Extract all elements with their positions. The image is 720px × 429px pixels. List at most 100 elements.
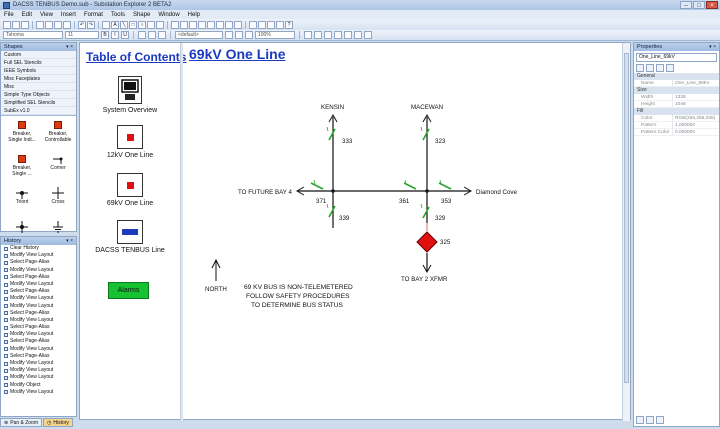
property-value[interactable]: RGB(255,255,255) [672, 115, 719, 121]
print-icon[interactable] [36, 20, 44, 29]
style-combo[interactable]: <default> [175, 31, 223, 39]
property-row[interactable]: Width 1328 [634, 94, 719, 101]
menu-edit[interactable]: Edit [22, 12, 32, 18]
zoom-out-icon[interactable] [258, 20, 266, 29]
drawing-canvas[interactable]: Table of Contents System Overview 12kV O… [79, 42, 631, 421]
history-item[interactable]: Modify View Layout [1, 331, 76, 338]
events-icon[interactable] [666, 64, 674, 72]
breaker-325[interactable] [416, 231, 438, 253]
history-item[interactable]: Select Page-Alias [1, 259, 76, 266]
history-item[interactable]: Modify View Layout [1, 389, 76, 396]
nav-12kv-one-line[interactable]: 12kV One Line [85, 125, 175, 159]
history-item[interactable]: Modify View Layout [1, 346, 76, 353]
menu-window[interactable]: Window [158, 12, 179, 18]
property-value[interactable]: 1328 [672, 94, 719, 100]
bring-front-icon[interactable] [171, 20, 179, 29]
history-item[interactable]: Modify View Layout [1, 374, 76, 381]
ungroup-icon[interactable] [198, 20, 206, 29]
history-item[interactable]: Select Page-Alias [1, 338, 76, 345]
history-item[interactable]: Modify View Layout [1, 267, 76, 274]
stencil-item[interactable]: Simplified SEL Stencils [1, 99, 76, 107]
open-icon[interactable] [12, 20, 20, 29]
shape-breaker-controllable[interactable]: Breaker, Controllable [42, 118, 74, 150]
send-back-icon[interactable] [180, 20, 188, 29]
copy-icon[interactable] [54, 20, 62, 29]
pin-close-icon[interactable]: ▾ × [66, 43, 73, 51]
shape-triont[interactable]: Triont [6, 186, 38, 218]
line-color-icon[interactable] [235, 31, 243, 39]
history-item[interactable]: Modify View Layout [1, 295, 76, 302]
cut-icon[interactable] [45, 20, 53, 29]
switch-339[interactable] [328, 205, 336, 218]
stencil-item[interactable]: Simple Type Objects [1, 91, 76, 99]
shape-breaker-single-indication[interactable]: Breaker, Single Indi... [6, 118, 38, 150]
property-value[interactable]: 1048 [672, 101, 719, 107]
line-weight-icon[interactable] [314, 31, 322, 39]
category-size[interactable]: Size [634, 87, 719, 94]
property-row[interactable]: Name One_Line_69kV [634, 80, 719, 87]
font-combo[interactable]: Tahoma [3, 31, 63, 39]
history-item[interactable]: Select Page-Alias [1, 274, 76, 281]
menu-format[interactable]: Format [84, 12, 103, 18]
tab-pan-zoom[interactable]: ⊕ Pan & Zoom [0, 418, 42, 427]
property-row[interactable]: Pattern Color 0.000000 [634, 129, 719, 136]
switch-329[interactable] [422, 206, 430, 219]
maximize-icon[interactable]: □ [693, 1, 705, 9]
group-icon[interactable] [189, 20, 197, 29]
property-row[interactable]: Color RGB(255,255,255) [634, 115, 719, 122]
save-icon[interactable] [21, 20, 29, 29]
shadow-icon[interactable] [334, 31, 342, 39]
property-value[interactable]: 0.000000 [672, 129, 719, 135]
menu-tools[interactable]: Tools [111, 12, 125, 18]
help-icon[interactable]: ? [285, 20, 293, 29]
stencil-item[interactable]: Misc Faceplates [1, 75, 76, 83]
property-row[interactable]: Height 1048 [634, 101, 719, 108]
property-row[interactable]: Pattern 1.000000 [634, 122, 719, 129]
pin-close-icon[interactable]: ▾ × [66, 237, 73, 245]
page-setup-icon[interactable] [364, 31, 372, 39]
history-item[interactable]: Modify View Layout [1, 252, 76, 259]
history-item[interactable]: Clear History [1, 245, 76, 252]
shape-cross[interactable]: Cross [42, 186, 74, 218]
category-general[interactable]: General [634, 73, 719, 80]
polyline-tool-icon[interactable] [156, 20, 164, 29]
line-tool-icon[interactable]: ╲ [120, 20, 128, 29]
bold-icon[interactable]: B [101, 31, 109, 39]
vertical-scrollbar[interactable] [622, 43, 630, 421]
text-tool-icon[interactable]: A [111, 20, 119, 29]
align-icon[interactable] [207, 20, 215, 29]
scrollbar-thumb[interactable] [624, 53, 629, 383]
menu-insert[interactable]: Insert [61, 12, 76, 18]
close-icon[interactable]: × [706, 1, 718, 9]
transparency-icon[interactable] [344, 31, 352, 39]
connector-tool-icon[interactable] [147, 20, 155, 29]
align-left-icon[interactable] [138, 31, 146, 39]
alphabetical-icon[interactable] [646, 64, 654, 72]
nav-system-overview[interactable]: System Overview [85, 76, 175, 114]
property-value[interactable]: One_Line_69kV [672, 80, 719, 86]
tab-history[interactable]: ◷ History [43, 418, 73, 427]
alarms-button[interactable]: Alarms [108, 282, 149, 299]
history-item[interactable]: Select Page-Alias [1, 310, 76, 317]
align-right-icon[interactable] [158, 31, 166, 39]
switch-333[interactable] [328, 128, 336, 141]
minimize-icon[interactable]: – [680, 1, 692, 9]
ellipse-tool-icon[interactable]: ○ [138, 20, 146, 29]
menu-file[interactable]: File [4, 12, 14, 18]
nav-69kv-one-line[interactable]: 69kV One Line [85, 173, 175, 207]
settings-icon[interactable] [656, 416, 664, 424]
zoom-combo[interactable]: 100% [255, 31, 295, 39]
new-icon[interactable] [3, 20, 11, 29]
history-item[interactable]: Modify View Layout [1, 367, 76, 374]
pin-close-icon[interactable]: ▾ × [709, 43, 716, 51]
align-center-icon[interactable] [148, 31, 156, 39]
italic-icon[interactable]: I [111, 31, 119, 39]
rectangle-tool-icon[interactable]: □ [129, 20, 137, 29]
stencil-item[interactable]: Full SEL Stencils [1, 59, 76, 67]
line-ends-icon[interactable] [324, 31, 332, 39]
shape-corner[interactable]: Corner [42, 152, 74, 184]
history-item[interactable]: Select Page-Alias [1, 324, 76, 331]
history-item[interactable]: Modify View Layout [1, 360, 76, 367]
history-item[interactable]: Select Page-Alias [1, 288, 76, 295]
history-item[interactable]: Modify View Layout [1, 303, 76, 310]
